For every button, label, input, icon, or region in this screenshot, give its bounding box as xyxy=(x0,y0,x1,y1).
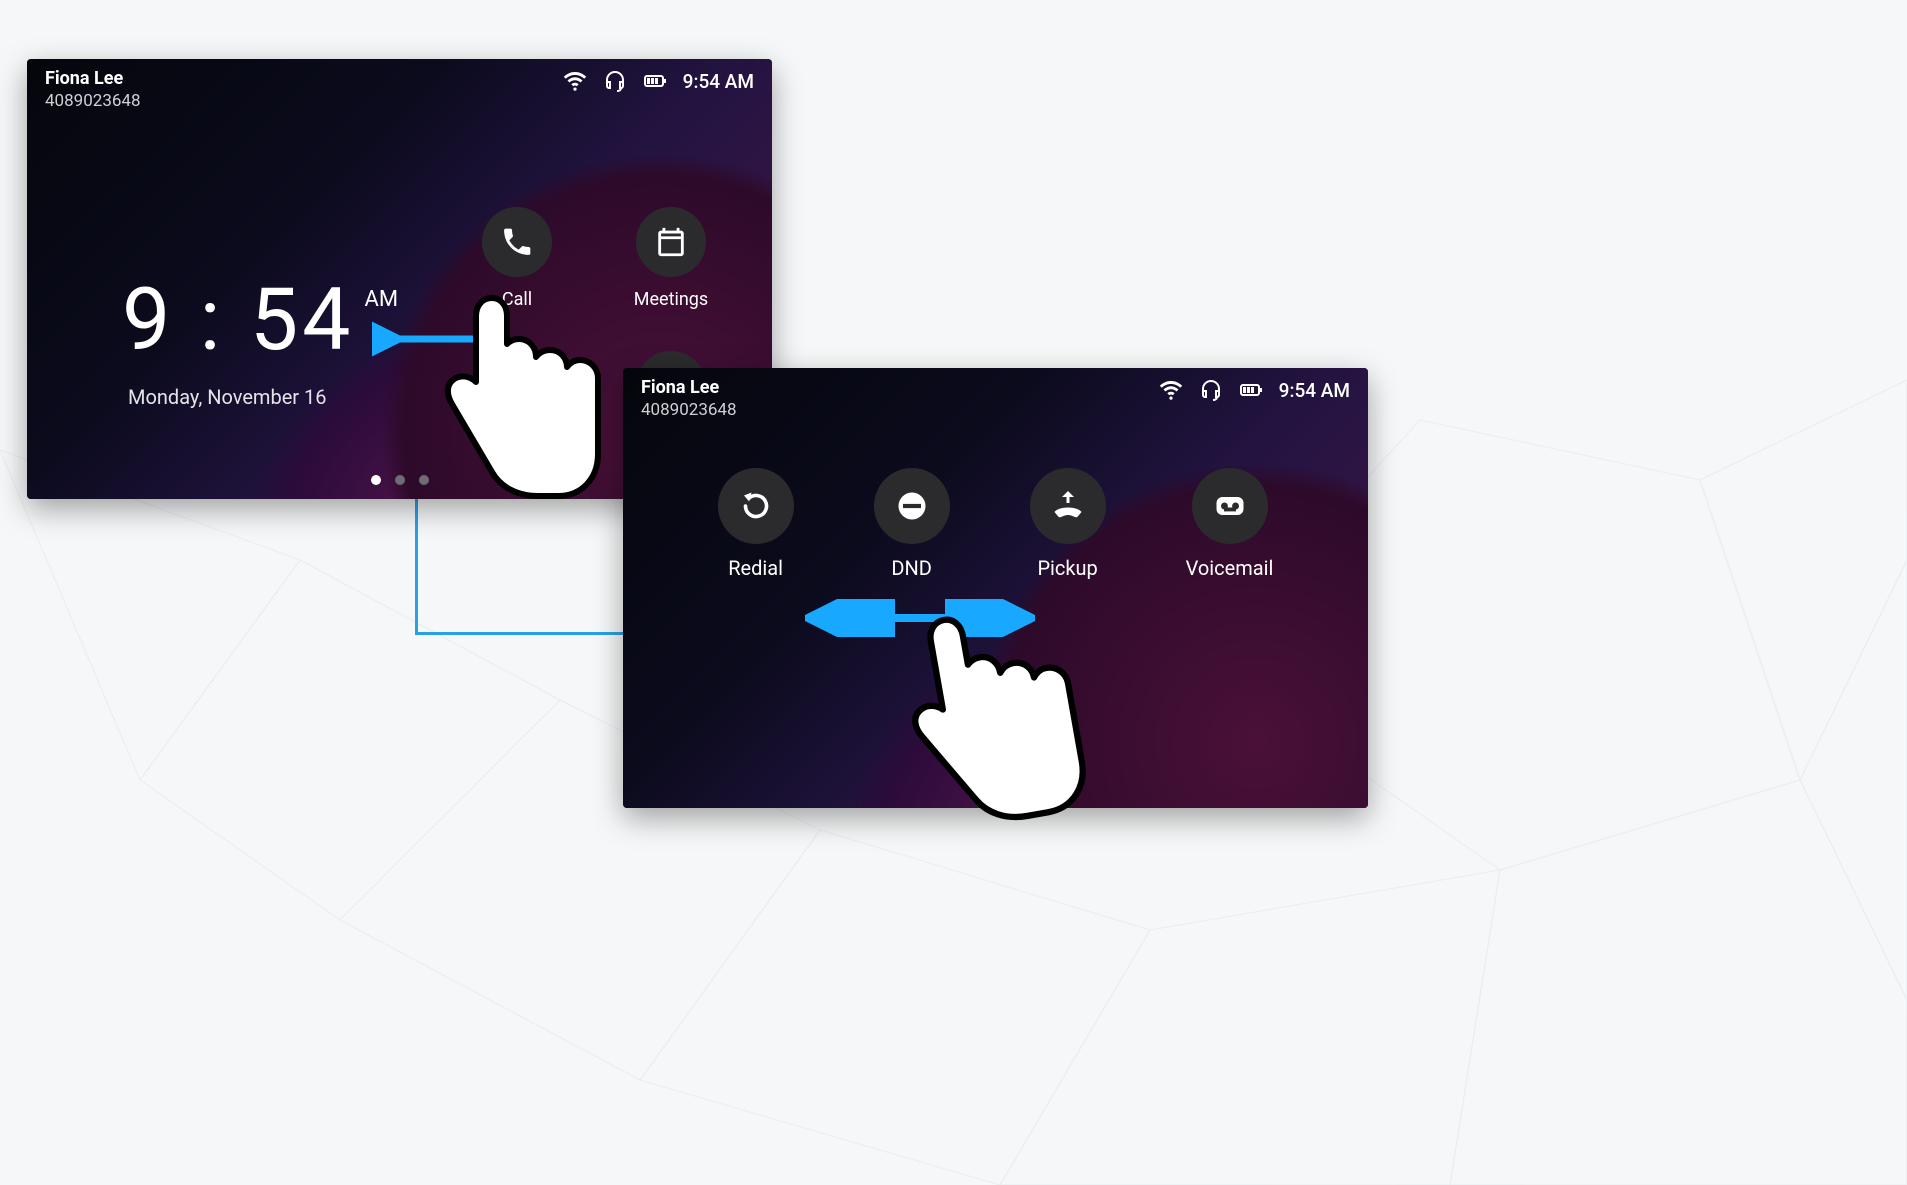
statusbar-time: 9:54 AM xyxy=(1279,379,1350,402)
app-label: Call xyxy=(502,289,532,310)
redial-icon xyxy=(718,468,794,544)
headset-icon xyxy=(603,69,627,93)
wifi-icon xyxy=(563,69,587,93)
status-indicators: 9:54 AM xyxy=(563,69,754,93)
page-indicator xyxy=(623,784,1368,794)
statusbar-time: 9:54 AM xyxy=(683,70,754,93)
device-screen-2: Fiona Lee 4089023648 9:54 AM Redial xyxy=(623,368,1368,808)
home-clock: 9 : 54 AM Monday, November 16 xyxy=(122,277,398,409)
app-label: DND xyxy=(891,556,932,580)
user-name: Fiona Lee xyxy=(45,69,141,89)
app-label: Redial xyxy=(728,556,783,580)
wallpaper xyxy=(623,368,1368,808)
app-voicemail[interactable]: Voicemail xyxy=(1186,468,1274,580)
swipe-arrow-left xyxy=(372,321,502,357)
page-dot[interactable] xyxy=(419,475,429,485)
battery-icon xyxy=(643,69,667,93)
app-redial[interactable]: Redial xyxy=(718,468,794,580)
app-pickup[interactable]: Pickup xyxy=(1030,468,1106,580)
user-identity: Fiona Lee 4089023648 xyxy=(641,378,737,420)
status-bar: Fiona Lee 4089023648 9:54 AM xyxy=(623,368,1368,424)
swipe-arrow-bidirectional xyxy=(805,599,1035,637)
user-number: 4089023648 xyxy=(641,400,737,420)
user-identity: Fiona Lee 4089023648 xyxy=(45,69,141,111)
connector-frame xyxy=(415,497,628,635)
battery-icon xyxy=(1239,378,1263,402)
clock-date: Monday, November 16 xyxy=(128,385,398,409)
app-row: Redial DND Pickup Voicemail xyxy=(623,468,1368,580)
call-icon xyxy=(482,207,552,277)
clock-time: 9 : 54 xyxy=(122,277,355,363)
status-bar: Fiona Lee 4089023648 9:54 AM xyxy=(27,59,772,115)
page-dot[interactable] xyxy=(991,784,1001,794)
headset-icon xyxy=(1199,378,1223,402)
page-dot[interactable] xyxy=(967,784,977,794)
user-number: 4089023648 xyxy=(45,91,141,111)
page-dot[interactable] xyxy=(395,475,405,485)
clock-ampm: AM xyxy=(365,287,399,312)
app-label: Meetings xyxy=(634,289,708,310)
contacts-icon xyxy=(482,351,552,421)
app-label: Pickup xyxy=(1037,556,1097,580)
page-dot[interactable] xyxy=(371,475,381,485)
app-hidden[interactable] xyxy=(442,351,592,491)
dnd-icon xyxy=(874,468,950,544)
voicemail-icon xyxy=(1192,468,1268,544)
app-label: Voicemail xyxy=(1186,556,1274,580)
wifi-icon xyxy=(1159,378,1183,402)
page-dot[interactable] xyxy=(1015,784,1025,794)
app-dnd[interactable]: DND xyxy=(874,468,950,580)
calendar-icon xyxy=(636,207,706,277)
user-name: Fiona Lee xyxy=(641,378,737,398)
pickup-icon xyxy=(1030,468,1106,544)
status-indicators: 9:54 AM xyxy=(1159,378,1350,402)
app-meetings[interactable]: Meetings xyxy=(596,207,746,347)
